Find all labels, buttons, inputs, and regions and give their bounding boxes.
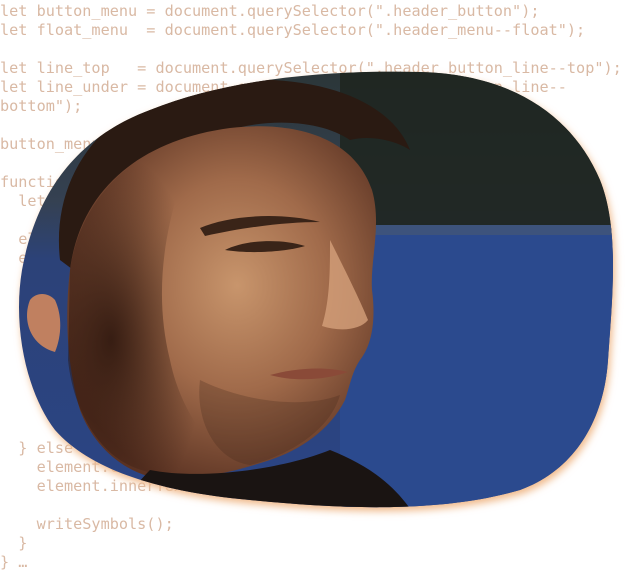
code-line: } [0, 534, 28, 552]
code-line: } … [0, 553, 28, 571]
code-line: let float_menu = document.querySelector(… [0, 21, 586, 39]
code-line: writeSymbols(); [0, 515, 174, 533]
code-line: let element = document.querySelector(".h… [0, 192, 503, 210]
code-line: let line_top = document.querySelector(".… [0, 59, 622, 77]
code-line: button_menu.addEventListener("click", sh… [0, 135, 449, 153]
code-line: element.classList.add("close"); [0, 458, 321, 476]
code-line: element.innerText = ""; [0, 477, 247, 495]
code-line: let line_under = document.querySelector(… [0, 78, 567, 96]
code-line: element.classList.toggle("open"); [0, 230, 321, 248]
code-line: element.innerText = ""; [0, 249, 229, 267]
code-line: function show_menu() { [0, 173, 202, 191]
page: let button_menu = document.querySelector… [0, 0, 634, 576]
code-line: bottom"); [0, 97, 83, 115]
code-line: element.style.display = "flex"; [0, 287, 302, 305]
code-line: let button_menu = document.querySelector… [0, 2, 540, 20]
code-line: } else { [0, 439, 92, 457]
